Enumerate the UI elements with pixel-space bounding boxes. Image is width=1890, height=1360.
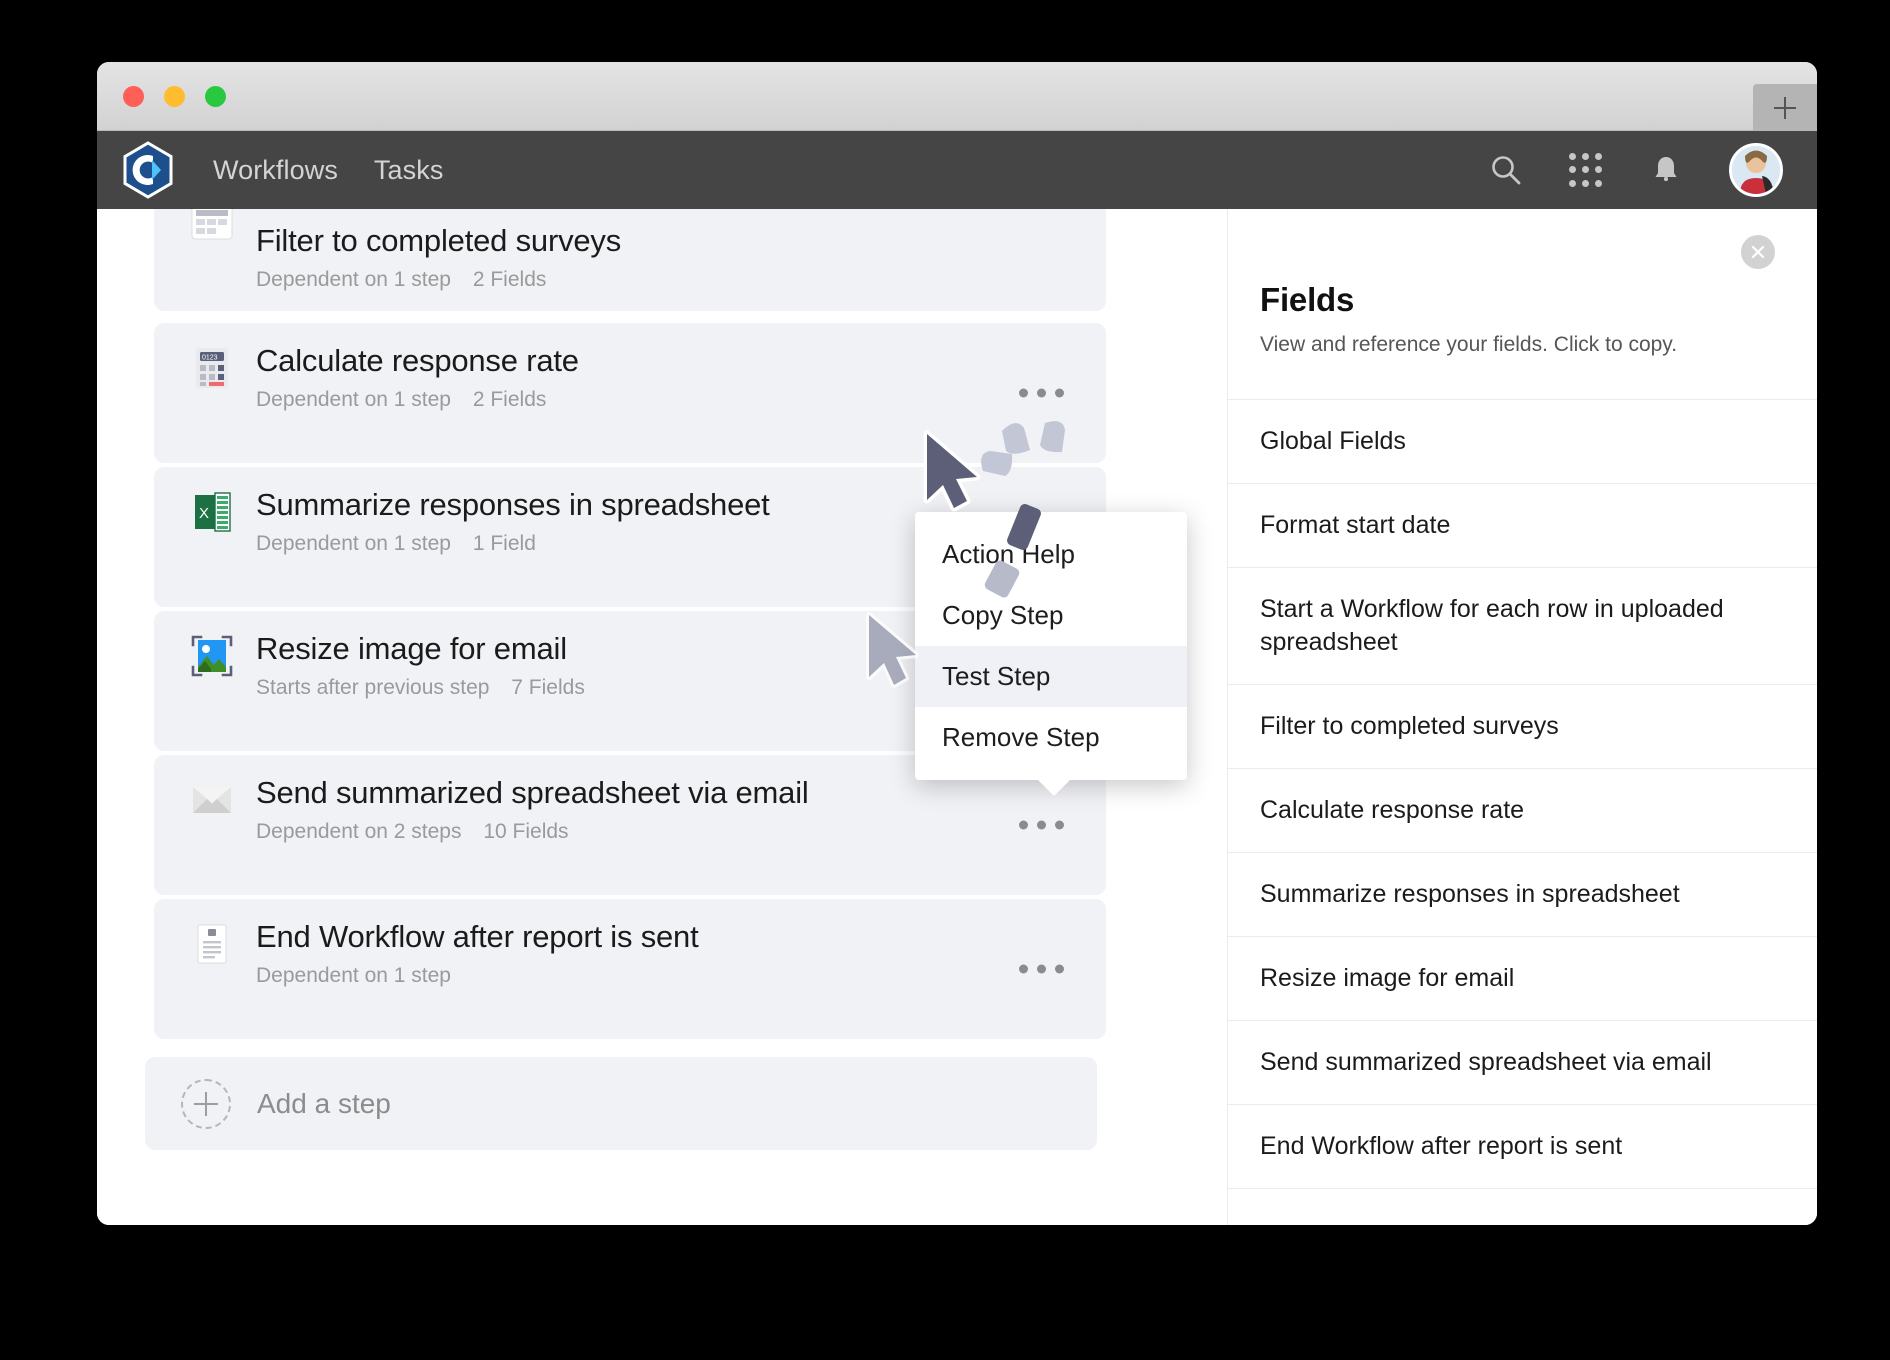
field-list-item[interactable]: Format start date (1228, 484, 1817, 568)
search-icon[interactable] (1489, 153, 1523, 187)
resize-image-icon (189, 633, 235, 679)
header-actions (1489, 143, 1817, 197)
add-step-button[interactable]: Add a step (145, 1057, 1097, 1150)
browser-window: Workflows Tasks Filter to completed surv… (97, 62, 1817, 1225)
step-meta: Dependent on 2 steps 10 Fields (256, 820, 1106, 844)
close-window-button[interactable] (123, 86, 144, 107)
fields-panel-title: Fields (1260, 281, 1355, 318)
step-title: End Workflow after report is sent (256, 919, 699, 954)
step-title: Send summarized spreadsheet via email (256, 775, 809, 810)
step-menu-button[interactable] (1019, 964, 1064, 974)
plus-circle-dashed-icon (181, 1078, 231, 1129)
step-field-count: 1 Field (472, 531, 536, 555)
convergence-hexagon-logo[interactable] (119, 141, 177, 199)
main-navigation: Workflows Tasks (213, 155, 443, 186)
email-envelope-icon (189, 777, 235, 823)
minimize-window-button[interactable] (164, 86, 185, 107)
step-dependency: Dependent on 2 steps (256, 819, 462, 843)
fields-list: Global Fields Format start date Start a … (1228, 399, 1817, 1189)
step-field-count: 2 Fields (472, 267, 547, 291)
fields-panel: Fields View and reference your fields. C… (1227, 209, 1817, 1225)
calculator-icon: 0123 (189, 345, 235, 391)
field-list-item[interactable]: Resize image for email (1228, 937, 1817, 1021)
step-dependency: Dependent on 1 step (256, 267, 451, 291)
menu-item-action-help[interactable]: Action Help (915, 524, 1187, 585)
step-menu-button[interactable] (1019, 820, 1064, 830)
menu-caret (1037, 779, 1071, 796)
field-list-item[interactable]: Start a Workflow for each row in uploade… (1228, 568, 1817, 685)
step-card[interactable]: Filter to completed surveys Dependent on… (154, 209, 1106, 311)
plus-icon (1774, 96, 1796, 119)
step-meta: Dependent on 1 step (256, 964, 1106, 988)
step-menu-button[interactable] (1019, 388, 1064, 398)
notifications-bell-icon[interactable] (1649, 153, 1683, 187)
step-card[interactable]: End Workflow after report is sent Depend… (154, 899, 1106, 1039)
fields-panel-subtitle: View and reference your fields. Click to… (1260, 333, 1678, 356)
field-list-item[interactable]: Calculate response rate (1228, 769, 1817, 853)
nav-link-workflows[interactable]: Workflows (213, 155, 338, 186)
add-step-label: Add a step (257, 1087, 391, 1119)
step-meta: Dependent on 1 step 2 Fields (256, 388, 1106, 412)
new-tab-button[interactable] (1753, 84, 1817, 131)
field-list-item[interactable]: Send summarized spreadsheet via email (1228, 1021, 1817, 1105)
step-field-count: 10 Fields (483, 819, 569, 843)
step-context-menu: Action Help Copy Step Test Step Remove S… (915, 512, 1187, 796)
menu-item-copy-step[interactable]: Copy Step (915, 585, 1187, 646)
step-title: Calculate response rate (256, 343, 579, 378)
app-header: Workflows Tasks (97, 131, 1817, 209)
step-field-count: 2 Fields (472, 387, 547, 411)
svg-text:X: X (199, 505, 209, 522)
excel-spreadsheet-icon: X (189, 489, 235, 535)
field-list-item[interactable]: End Workflow after report is sent (1228, 1105, 1817, 1189)
field-list-item[interactable]: Global Fields (1228, 400, 1817, 484)
step-dependency: Starts after previous step (256, 675, 490, 699)
field-list-item[interactable]: Summarize responses in spreadsheet (1228, 853, 1817, 937)
content-area: Filter to completed surveys Dependent on… (97, 209, 1817, 1225)
step-field-count: 7 Fields (511, 675, 585, 699)
step-dependency: Dependent on 1 step (256, 531, 451, 555)
field-list-item[interactable]: Filter to completed surveys (1228, 685, 1817, 769)
svg-text:0123: 0123 (202, 355, 218, 362)
document-report-icon (189, 921, 235, 967)
filter-table-icon (189, 209, 235, 245)
menu-item-test-step[interactable]: Test Step (915, 646, 1187, 707)
close-icon[interactable] (1741, 235, 1775, 269)
step-dependency: Dependent on 1 step (256, 963, 451, 987)
menu-item-remove-step[interactable]: Remove Step (915, 707, 1187, 768)
window-titlebar (97, 62, 1817, 131)
maximize-window-button[interactable] (205, 86, 226, 107)
step-dependency: Dependent on 1 step (256, 387, 451, 411)
step-meta: Dependent on 1 step 2 Fields (256, 268, 1106, 292)
step-title: Filter to completed surveys (256, 223, 622, 258)
nav-link-tasks[interactable]: Tasks (374, 155, 444, 186)
apps-grid-icon[interactable] (1569, 153, 1603, 187)
step-card[interactable]: 0123 Calculate response rate Dependent o… (154, 323, 1106, 463)
avatar[interactable] (1729, 143, 1783, 197)
traffic-light-controls (123, 86, 226, 107)
